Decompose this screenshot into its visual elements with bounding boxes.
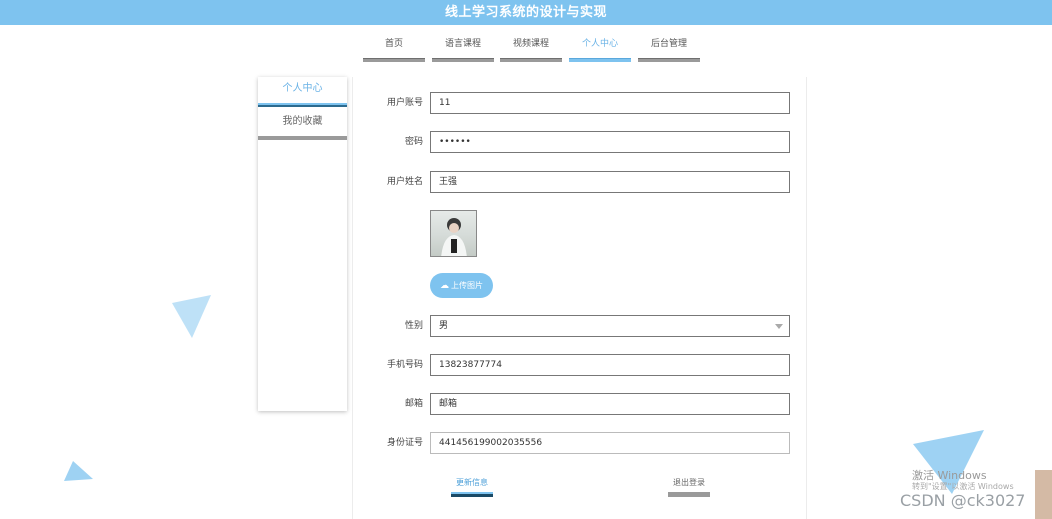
avatar-preview: [430, 210, 477, 257]
phone-input[interactable]: 13823877774: [430, 354, 790, 376]
logout-underline: [668, 492, 710, 497]
logout-label: 退出登录: [673, 478, 705, 487]
chevron-down-icon: [775, 324, 783, 329]
sidebar-item-favorites[interactable]: 我的收藏: [258, 110, 347, 140]
name-input[interactable]: 王强: [430, 171, 790, 193]
nav-underline: [363, 58, 425, 62]
top-nav: 首页 语言课程 视频课程 个人中心 后台管理: [0, 36, 1052, 62]
name-row: 用户姓名 王强: [353, 171, 808, 193]
upload-label: 上传图片: [451, 281, 483, 290]
password-row: 密码 ••••••: [353, 131, 808, 153]
account-input[interactable]: 11: [430, 92, 790, 114]
nav-item-admin[interactable]: 后台管理: [638, 36, 700, 62]
nav-label: 首页: [384, 39, 403, 49]
gender-value: 男: [439, 321, 449, 331]
triangle-bottom-left: [64, 461, 93, 481]
nav-underline: [638, 58, 700, 62]
corner-image: [1035, 470, 1052, 519]
nav-item-personal-center[interactable]: 个人中心: [569, 36, 631, 62]
id-card-label: 身份证号: [386, 438, 423, 448]
update-label: 更新信息: [456, 478, 488, 487]
person-photo: [441, 218, 467, 256]
sidebar-item-personal-center[interactable]: 个人中心: [258, 77, 347, 107]
cloud-upload-icon: ☁: [440, 281, 449, 291]
id-card-row: 身份证号 441456199002035556: [353, 432, 808, 454]
nav-label: 个人中心: [581, 39, 618, 49]
gender-row: 性别 男: [353, 315, 808, 337]
sidebar-underline: [258, 136, 347, 140]
sidebar-item-label: 我的收藏: [282, 116, 323, 127]
nav-label: 视频课程: [512, 39, 549, 49]
sidebar: 个人中心 我的收藏: [258, 77, 347, 411]
app-header: 线上学习系统的设计与实现: [0, 0, 1052, 25]
email-label: 邮箱: [404, 399, 423, 409]
nav-underline: [432, 58, 494, 62]
nav-underline: [500, 58, 562, 62]
account-label: 用户账号: [386, 98, 423, 108]
gender-select[interactable]: 男: [430, 315, 790, 337]
upload-image-button[interactable]: ☁ 上传图片: [430, 273, 493, 298]
sidebar-item-label: 个人中心: [282, 83, 323, 94]
app-title: 线上学习系统的设计与实现: [444, 5, 607, 20]
gender-label: 性别: [404, 321, 423, 331]
update-underline: [451, 492, 493, 497]
password-input[interactable]: ••••••: [430, 131, 790, 153]
csdn-watermark: CSDN @ck3027: [900, 491, 1026, 510]
triangle-left: [172, 295, 211, 338]
name-label: 用户姓名: [386, 177, 423, 187]
profile-form: 用户账号 11 密码 •••••• 用户姓名 王强 ☁ 上传图片 性别 男 手机…: [352, 77, 807, 519]
nav-item-video-courses[interactable]: 视频课程: [500, 36, 562, 62]
nav-label: 后台管理: [650, 39, 687, 49]
page: 线上学习系统的设计与实现 首页 语言课程 视频课程 个人中心 后台管理 个人中心: [0, 0, 1052, 519]
sidebar-underline: [258, 103, 347, 107]
id-card-input[interactable]: 441456199002035556: [430, 432, 790, 454]
phone-label: 手机号码: [386, 360, 423, 370]
phone-row: 手机号码 13823877774: [353, 354, 808, 376]
password-label: 密码: [404, 137, 423, 147]
account-row: 用户账号 11: [353, 92, 808, 114]
logout-button[interactable]: 退出登录: [668, 477, 710, 497]
nav-item-home[interactable]: 首页: [363, 36, 425, 62]
update-info-button[interactable]: 更新信息: [451, 477, 493, 497]
nav-underline: [569, 58, 631, 62]
email-input[interactable]: 邮箱: [430, 393, 790, 415]
nav-item-language-courses[interactable]: 语言课程: [432, 36, 494, 62]
nav-label: 语言课程: [444, 39, 481, 49]
email-row: 邮箱 邮箱: [353, 393, 808, 415]
